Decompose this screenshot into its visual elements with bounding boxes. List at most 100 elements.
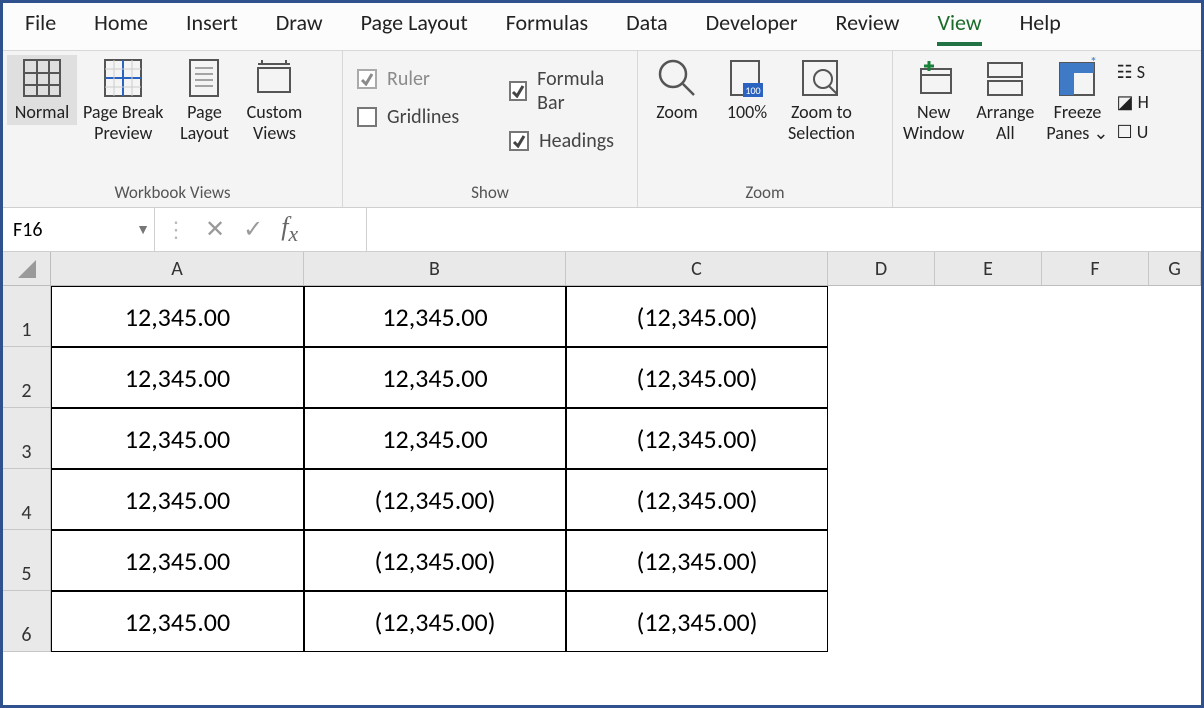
cell-C4[interactable]: (12,345.00) [566,469,828,530]
new-window-button[interactable]: NewWindow [897,55,970,145]
split-row-icon[interactable]: ☷ S [1117,61,1149,83]
menu-tabstrip: File Home Insert Draw Page Layout Formul… [3,3,1201,51]
zoom-100-button[interactable]: 100 100% [712,55,782,125]
row-header-4[interactable]: 4 [3,469,51,530]
col-header-B[interactable]: B [304,252,566,285]
cell-G5[interactable] [1149,530,1201,591]
cell-D5[interactable] [828,530,935,591]
cell-C6[interactable]: (12,345.00) [566,591,828,652]
col-header-A[interactable]: A [51,252,304,285]
unhide-row-icon[interactable]: ☐ U [1117,121,1149,143]
zoom-to-selection-button[interactable]: Zoom toSelection [782,55,861,145]
cell-F2[interactable] [1042,347,1149,408]
cell-G6[interactable] [1149,591,1201,652]
tab-page-layout[interactable]: Page Layout [361,9,468,46]
cell-C3[interactable]: (12,345.00) [566,408,828,469]
custom-views-icon [254,57,294,99]
cell-F5[interactable] [1042,530,1149,591]
tab-formulas[interactable]: Formulas [506,9,588,46]
cell-E3[interactable] [935,408,1042,469]
zoom-100-label: 100% [727,102,767,123]
headings-checkbox[interactable]: Headings [509,129,623,153]
cancel-formula-button[interactable]: ✕ [205,215,225,244]
cell-F3[interactable] [1042,408,1149,469]
tab-home[interactable]: Home [94,9,148,46]
zoom-button[interactable]: Zoom [642,55,712,125]
cell-F4[interactable] [1042,469,1149,530]
fx-button[interactable]: fx [281,212,298,247]
page-break-preview-button[interactable]: Page BreakPreview [77,55,169,145]
hide-row-icon[interactable]: ◪ H [1117,91,1149,113]
row-header-2[interactable]: 2 [3,347,51,408]
cell-D4[interactable] [828,469,935,530]
cell-B2[interactable]: 12,345.00 [304,347,566,408]
tab-review[interactable]: Review [836,9,900,46]
cell-G4[interactable] [1149,469,1201,530]
arrange-all-button[interactable]: ArrangeAll [970,55,1040,145]
workbook-views-group-label: Workbook Views [7,180,338,205]
cell-D2[interactable] [828,347,935,408]
cell-E1[interactable] [935,286,1042,347]
row-3: 3 12,345.00 12,345.00 (12,345.00) [3,408,1201,469]
col-header-F[interactable]: F [1042,252,1149,285]
new-window-label: NewWindow [903,102,964,143]
select-all-corner[interactable] [3,252,51,285]
normal-view-button[interactable]: Normal [7,55,77,125]
row-header-6[interactable]: 6 [3,591,51,652]
cell-A6[interactable]: 12,345.00 [51,591,304,652]
cell-C5[interactable]: (12,345.00) [566,530,828,591]
cell-G3[interactable] [1149,408,1201,469]
row-header-3[interactable]: 3 [3,408,51,469]
cell-D6[interactable] [828,591,935,652]
cell-B1[interactable]: 12,345.00 [304,286,566,347]
cell-B3[interactable]: 12,345.00 [304,408,566,469]
cell-A5[interactable]: 12,345.00 [51,530,304,591]
page-layout-button[interactable]: PageLayout [169,55,239,145]
custom-views-button[interactable]: CustomViews [239,55,309,145]
name-box[interactable]: F16 ▼ [3,208,155,251]
tab-help[interactable]: Help [1020,9,1061,46]
cell-D3[interactable] [828,408,935,469]
col-header-G[interactable]: G [1149,252,1201,285]
row-header-1[interactable]: 1 [3,286,51,347]
cell-A1[interactable]: 12,345.00 [51,286,304,347]
tab-file[interactable]: File [25,9,56,46]
cell-G2[interactable] [1149,347,1201,408]
cell-A3[interactable]: 12,345.00 [51,408,304,469]
cell-E4[interactable] [935,469,1042,530]
row-header-5[interactable]: 5 [3,530,51,591]
cell-E2[interactable] [935,347,1042,408]
cell-F6[interactable] [1042,591,1149,652]
tab-data[interactable]: Data [626,9,668,46]
cell-G1[interactable] [1149,286,1201,347]
tab-draw[interactable]: Draw [276,9,323,46]
cell-C2[interactable]: (12,345.00) [566,347,828,408]
tab-insert[interactable]: Insert [186,9,238,46]
cell-E6[interactable] [935,591,1042,652]
chevron-down-icon[interactable]: ▼ [136,221,150,238]
gridlines-checkbox-label: Gridlines [387,105,459,129]
arrange-all-label: ArrangeAll [976,102,1034,143]
cell-B5[interactable]: (12,345.00) [304,530,566,591]
cell-B6[interactable]: (12,345.00) [304,591,566,652]
accept-formula-button[interactable]: ✓ [243,215,263,244]
formula-bar-checkbox[interactable]: Formula Bar [509,67,623,115]
cell-E5[interactable] [935,530,1042,591]
formula-input[interactable] [367,208,1201,251]
col-header-C[interactable]: C [566,252,828,285]
freeze-panes-button[interactable]: * FreezePanes ⌄ [1040,55,1114,145]
cell-A4[interactable]: 12,345.00 [51,469,304,530]
col-header-D[interactable]: D [828,252,935,285]
cell-A2[interactable]: 12,345.00 [51,347,304,408]
cell-D1[interactable] [828,286,935,347]
cell-F1[interactable] [1042,286,1149,347]
tab-developer[interactable]: Developer [706,9,798,46]
cell-B4[interactable]: (12,345.00) [304,469,566,530]
formula-bar-buttons: ⋮ ✕ ✓ fx [155,208,367,251]
cell-C1[interactable]: (12,345.00) [566,286,828,347]
gridlines-checkbox[interactable]: Gridlines [357,105,459,129]
tab-view[interactable]: View [937,9,981,46]
col-header-E[interactable]: E [935,252,1042,285]
zoom-selection-icon [799,57,843,99]
dots-icon: ⋮ [165,216,187,243]
